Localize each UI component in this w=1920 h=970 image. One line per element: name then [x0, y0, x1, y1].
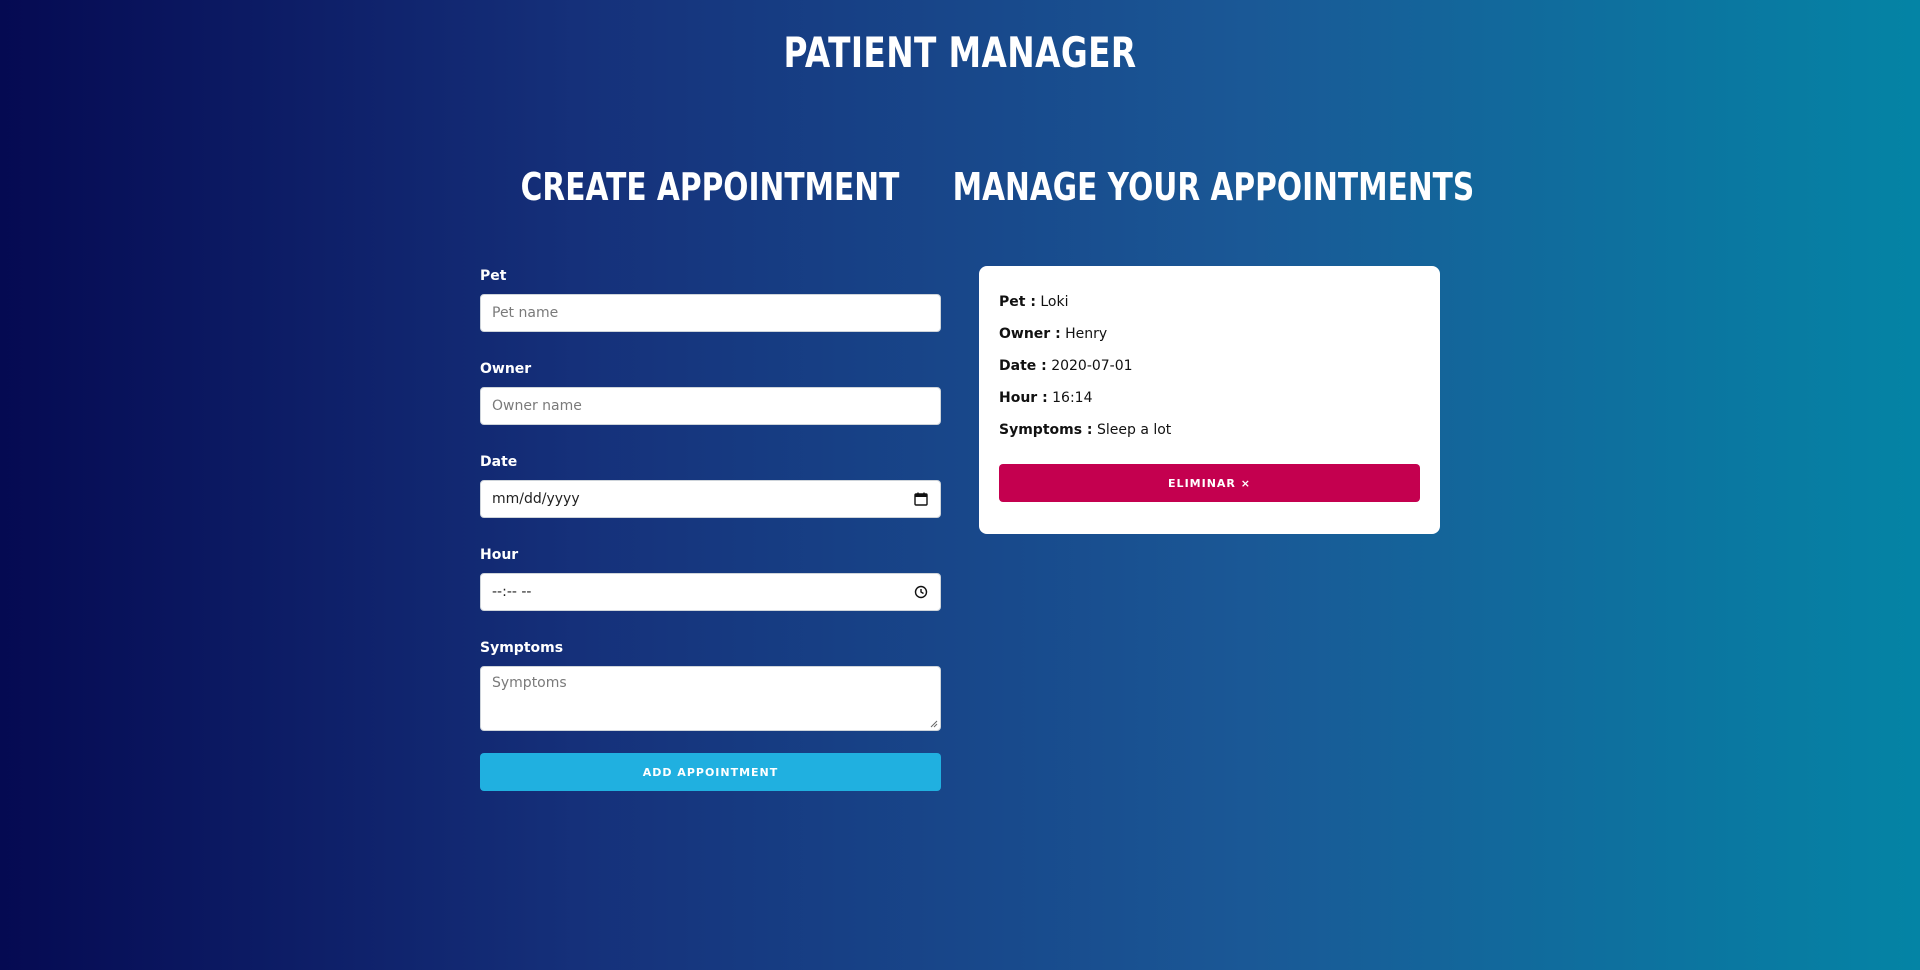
calendar-icon[interactable]: [913, 491, 929, 507]
hour-placeholder: --:-- --: [492, 584, 532, 600]
create-appointment-form: Pet Pet name Owner Owner name Date mm/dd…: [480, 266, 941, 791]
symptoms-value: Sleep a lot: [1096, 422, 1172, 438]
owner-label: Owner: [480, 361, 532, 377]
appointment-date-row: Date : 2020-07-01: [999, 350, 1420, 382]
manage-appointments-title: MANAGE YOUR APPOINTMENTS: [952, 165, 1475, 209]
delete-appointment-button[interactable]: ELIMINAR ×: [999, 464, 1420, 502]
owner-value: Henry: [1065, 326, 1108, 342]
pet-key: Pet :: [999, 294, 1036, 310]
pet-name-placeholder: Pet name: [492, 305, 559, 321]
add-appointment-button[interactable]: ADD APPOINTMENT: [480, 753, 941, 791]
clock-icon[interactable]: [913, 584, 929, 600]
symptoms-key: Symptoms :: [999, 422, 1093, 438]
owner-key: Owner :: [999, 326, 1061, 342]
symptoms-label: Symptoms: [480, 640, 564, 656]
appointment-symptoms-row: Symptoms : Sleep a lot: [999, 414, 1420, 446]
owner-name-placeholder: Owner name: [492, 398, 582, 414]
hour-value: 16:14: [1052, 390, 1093, 406]
hour-label: Hour: [480, 547, 519, 563]
appointment-hour-row: Hour : 16:14: [999, 382, 1420, 414]
appointment-pet-row: Pet : Loki: [999, 286, 1420, 318]
hour-key: Hour :: [999, 390, 1048, 406]
date-input[interactable]: mm/dd/yyyy: [480, 480, 941, 518]
date-label: Date: [480, 454, 518, 470]
pet-label: Pet: [480, 268, 507, 284]
appointment-owner-row: Owner : Henry: [999, 318, 1420, 350]
appointment-card: Pet : Loki Owner : Henry Date : 2020-07-…: [979, 266, 1440, 534]
date-key: Date :: [999, 358, 1047, 374]
owner-name-input[interactable]: Owner name: [480, 387, 941, 425]
page-title: PATIENT MANAGER: [783, 28, 1137, 77]
pet-name-input[interactable]: Pet name: [480, 294, 941, 332]
resize-handle-icon[interactable]: [930, 720, 938, 728]
create-appointment-title: CREATE APPOINTMENT: [520, 165, 900, 209]
date-placeholder: mm/dd/yyyy: [492, 491, 580, 507]
symptoms-textarea[interactable]: Symptoms: [480, 666, 941, 731]
symptoms-placeholder: Symptoms: [492, 675, 567, 691]
date-value: 2020-07-01: [1051, 358, 1133, 374]
hour-input[interactable]: --:-- --: [480, 573, 941, 611]
pet-value: Loki: [1040, 294, 1069, 310]
